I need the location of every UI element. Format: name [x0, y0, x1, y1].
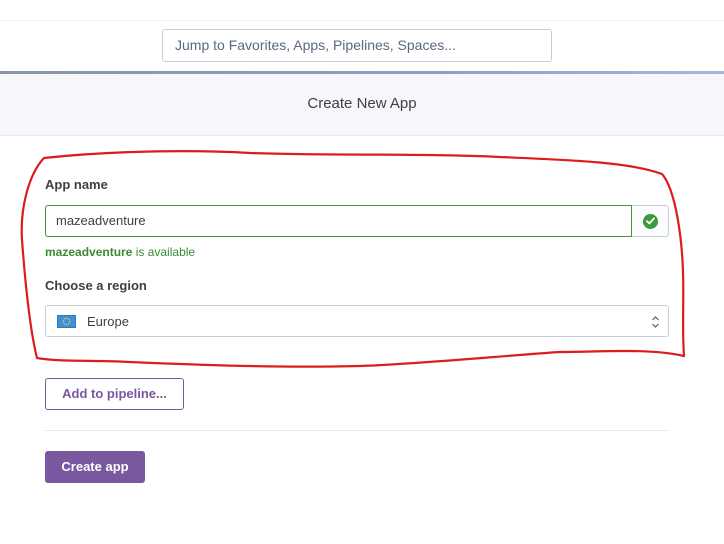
add-to-pipeline-button[interactable]: Add to pipeline... [45, 378, 184, 410]
availability-message: mazeadventure is available [45, 245, 195, 259]
eu-flag-icon [57, 314, 76, 328]
create-app-page: Jump to Favorites, Apps, Pipelines, Spac… [0, 0, 724, 544]
check-circle-icon [642, 213, 658, 229]
form-divider [45, 430, 669, 431]
app-name-status [632, 205, 669, 237]
select-chevrons-icon [652, 316, 659, 328]
app-name-input[interactable]: mazeadventure [45, 205, 632, 237]
availability-app-name: mazeadventure [45, 245, 133, 259]
create-app-button[interactable]: Create app [45, 451, 145, 483]
region-label: Choose a region [45, 278, 147, 293]
app-name-field-group: mazeadventure [45, 205, 669, 237]
availability-text: is available [132, 245, 196, 259]
region-value: Europe [87, 313, 129, 329]
region-select[interactable]: Europe [45, 305, 669, 337]
search-input[interactable]: Jump to Favorites, Apps, Pipelines, Spac… [162, 29, 552, 62]
topbar-divider [0, 20, 724, 21]
page-header: Create New App [0, 74, 724, 136]
app-name-label: App name [45, 177, 108, 192]
page-title: Create New App [307, 95, 417, 112]
